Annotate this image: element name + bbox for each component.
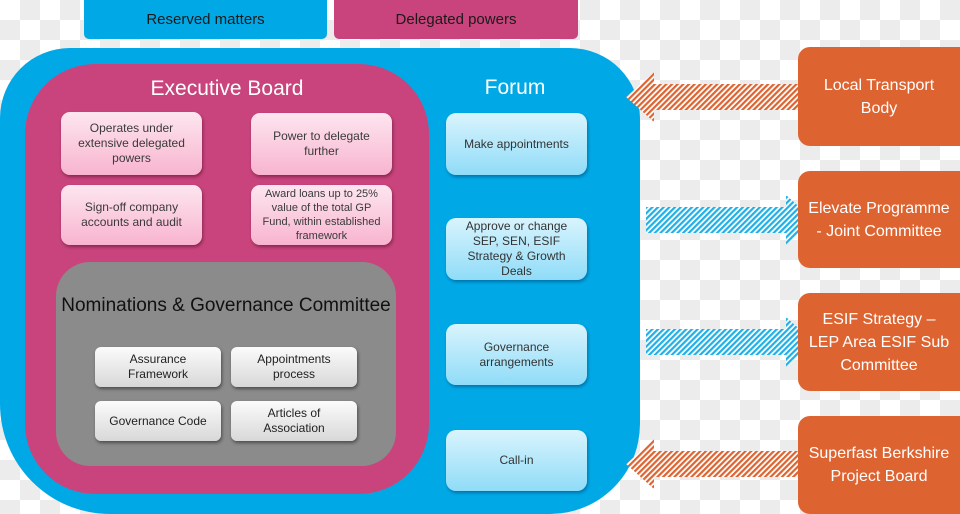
forum-item-call-in: Call-in [446, 430, 587, 491]
arrow-inbound-local-transport [626, 72, 798, 122]
forum-title: Forum [484, 76, 546, 99]
power-operates-under-delegated: Operates under extensive delegated power… [61, 112, 202, 175]
power-sign-off-accounts: Sign-off company accounts and audit [61, 185, 202, 245]
arrow-right-icon [646, 195, 814, 245]
forum-item-governance-arrangements: Governance arrangements [446, 324, 587, 385]
committee-item-assurance-framework: Assurance Framework [95, 347, 221, 387]
arrow-outbound-esif [646, 317, 814, 367]
arrow-left-icon [626, 72, 798, 122]
forum-item-make-appointments: Make appointments [446, 113, 587, 175]
legend-delegated-powers: Delegated powers [334, 0, 578, 39]
external-label: Superfast Berkshire Project Board [808, 445, 950, 485]
legend-reserved-matters: Reserved matters [84, 0, 327, 39]
committee-title: Nominations & Governance Committee [61, 294, 391, 316]
external-elevate-programme: Elevate Programme - Joint Committee [798, 171, 960, 268]
arrow-right-icon [646, 317, 814, 367]
external-local-transport-body: Local Transport Body [798, 47, 960, 146]
external-label: ESIF Strategy – LEP Area ESIF Sub Commit… [808, 310, 950, 374]
forum-item-approve-or-change: Approve or change SEP, SEN, ESIF Strateg… [446, 218, 587, 280]
external-label: Elevate Programme - Joint Committee [808, 199, 950, 240]
power-delegate-further: Power to delegate further [251, 113, 392, 175]
executive-board-title: Executive Board [150, 77, 304, 100]
arrow-outbound-elevate [646, 195, 814, 245]
external-superfast-berkshire: Superfast Berkshire Project Board [798, 416, 960, 514]
committee-item-appointments-process: Appointments process [231, 347, 357, 387]
legend-reserved-label: Reserved matters [146, 11, 265, 28]
committee-item-governance-code: Governance Code [95, 401, 221, 441]
arrow-left-icon [626, 439, 798, 489]
committee-item-articles-of-association: Articles of Association [231, 401, 357, 441]
legend-delegated-label: Delegated powers [395, 11, 517, 28]
power-award-loans: Award loans up to 25% value of the total… [251, 185, 392, 245]
external-esif-sub-committee: ESIF Strategy – LEP Area ESIF Sub Commit… [798, 293, 960, 391]
arrow-inbound-superfast [626, 439, 798, 489]
external-label: Local Transport Body [823, 76, 935, 117]
